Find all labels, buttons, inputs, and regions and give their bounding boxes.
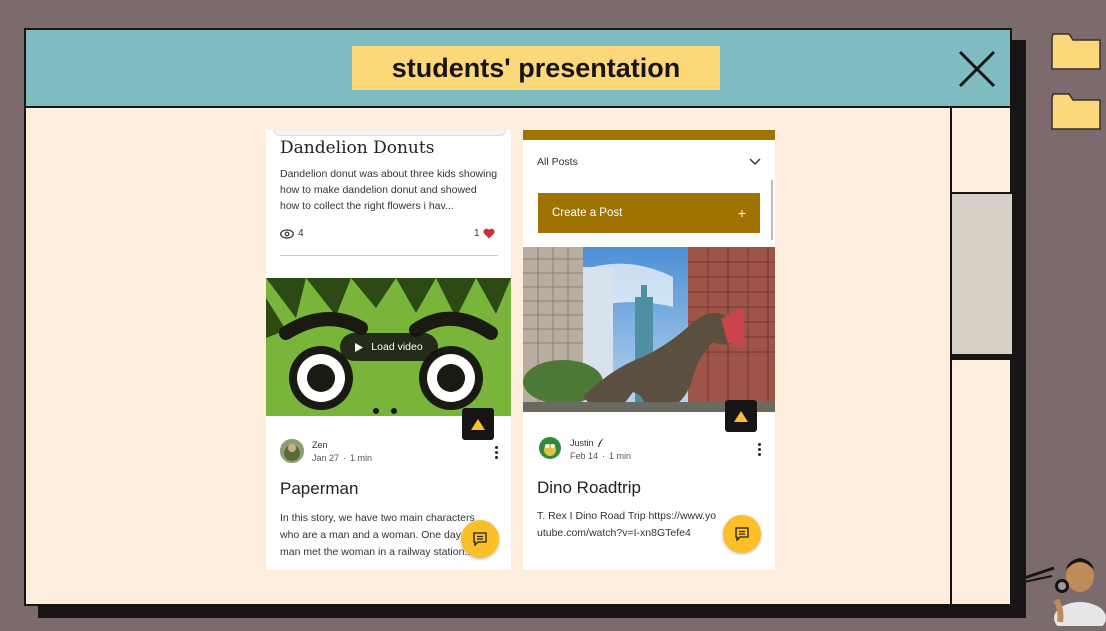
chevron-down-icon [749,158,761,165]
post-date: Feb 14 [570,451,599,461]
filter-label: All Posts [537,156,578,168]
folder-icon[interactable] [1051,92,1101,130]
left-phone-screen: Dandelion Donuts Dandelion donut was abo… [266,130,511,570]
eye-icon [280,228,294,239]
presentation-window: students' presentation [24,28,1012,606]
meta-separator: · [602,451,606,461]
meta-separator: · [343,453,347,463]
chat-icon [473,532,487,547]
folder-icon[interactable] [1051,32,1101,70]
views-count: 4 [298,228,304,239]
post-title[interactable]: Paperman [280,479,358,499]
more-options-icon[interactable] [758,443,762,456]
side-panel-top [952,106,1012,194]
post-title[interactable]: Dandelion Donuts [280,138,434,158]
plus-icon: + [737,205,746,221]
side-scrollbar[interactable] [952,194,1012,360]
post-excerpt: T. Rex I Dino Road Trip https://www.yout… [537,510,717,539]
close-button[interactable] [956,48,998,90]
avatar[interactable] [538,436,562,460]
comment-button[interactable] [461,520,499,558]
post-meta: Jan 27 · 1 min [312,453,372,463]
more-options-icon[interactable] [495,446,499,459]
arrow-up-icon [734,410,748,422]
create-post-label: Create a Post [552,207,623,219]
play-icon [355,342,364,352]
views-counter: 4 [280,228,304,239]
load-video-button[interactable]: Load video [340,333,438,361]
dinosaur-city-image [523,247,775,412]
author-row: Justin [570,438,605,448]
search-bar-fragment [274,130,506,136]
scroll-indicator [771,180,773,240]
post-date: Jan 27 [312,453,340,463]
post-excerpt: In this story, we have two main characte… [280,512,475,558]
arrow-up-icon [471,418,485,430]
heart-icon [483,228,495,239]
posts-filter-dropdown[interactable]: All Posts [537,154,761,170]
avatar[interactable] [280,439,304,463]
presenter-illustration [1022,556,1106,631]
read-time: 1 min [350,453,373,463]
create-post-button[interactable]: Create a Post + [538,193,760,233]
header-bar [523,130,775,140]
right-phone-screen: All Posts Create a Post + Justin Feb 14 … [523,130,775,570]
post-cover-image[interactable] [523,247,775,412]
quill-icon [597,438,604,447]
post-excerpt: Dandelion donut was about three kids sho… [280,168,498,212]
scroll-up-button[interactable] [725,400,757,432]
post-meta: Feb 14 · 1 min [570,451,631,461]
author-name[interactable]: Zen [312,440,328,450]
window-title: students' presentation [352,46,720,90]
window-titlebar: students' presentation [26,30,1010,108]
like-counter[interactable]: 1 [474,228,495,239]
read-time: 1 min [609,451,632,461]
author-name[interactable]: Justin [570,438,594,448]
scroll-up-button[interactable] [462,408,494,440]
load-video-label: Load video [371,341,423,353]
chat-icon [735,527,749,542]
comment-button[interactable] [723,515,761,553]
divider [280,255,498,256]
likes-count: 1 [474,228,480,239]
post-title[interactable]: Dino Roadtrip [537,478,641,498]
close-icon [958,50,996,88]
video-thumbnail[interactable]: Load video [266,278,511,416]
